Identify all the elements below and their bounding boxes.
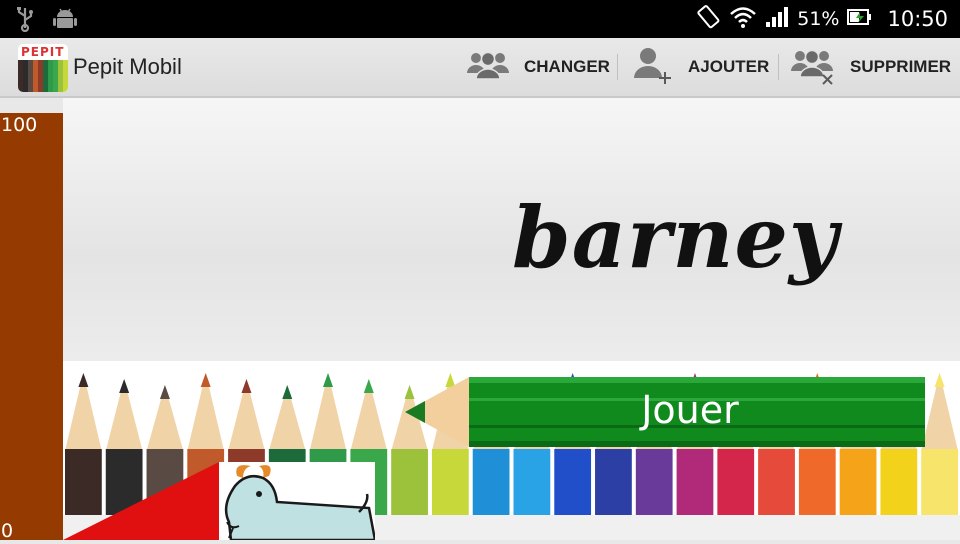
group-users-icon xyxy=(466,47,510,88)
logo-text: PEPIT xyxy=(21,45,65,59)
divider xyxy=(778,54,779,80)
delete-label: SUPPRIMER xyxy=(850,57,952,76)
goat-icon xyxy=(224,465,377,542)
action-bar: PEPIT Pepit Mobil CHANGER AJOUTER SUPPRI… xyxy=(0,38,960,98)
gauge-max-label: 100 xyxy=(1,114,38,136)
add-user-icon xyxy=(632,44,674,91)
app-logo[interactable]: PEPIT xyxy=(18,44,68,92)
app-title: Pepit Mobil xyxy=(73,54,182,79)
add-user-button[interactable]: AJOUTER xyxy=(632,38,769,96)
change-user-button[interactable]: CHANGER xyxy=(466,38,610,96)
clock: 10:50 xyxy=(887,7,948,31)
battery-percent: 51% xyxy=(797,8,840,30)
score-gauge xyxy=(0,113,63,540)
usb-icon xyxy=(14,6,36,36)
red-triangle-shape[interactable] xyxy=(63,462,219,540)
signal-icon xyxy=(765,6,789,33)
logo-pencil xyxy=(63,60,68,92)
android-debug-icon xyxy=(52,6,78,36)
play-label: Jouer xyxy=(641,388,739,432)
status-bar: 51% 10:50 xyxy=(0,0,960,38)
wifi-icon xyxy=(729,5,757,34)
add-label: AJOUTER xyxy=(688,57,770,76)
gauge-min-label: 0 xyxy=(1,520,14,542)
delete-user-button[interactable]: SUPPRIMER xyxy=(790,38,951,96)
goat-picture[interactable] xyxy=(219,462,377,542)
change-label: CHANGER xyxy=(524,57,610,76)
rotation-icon xyxy=(695,4,721,35)
logo-pencils xyxy=(18,60,68,92)
player-name: barney xyxy=(512,188,839,287)
delete-users-icon xyxy=(790,45,836,90)
battery-charging-icon xyxy=(847,7,873,31)
divider xyxy=(617,54,618,80)
